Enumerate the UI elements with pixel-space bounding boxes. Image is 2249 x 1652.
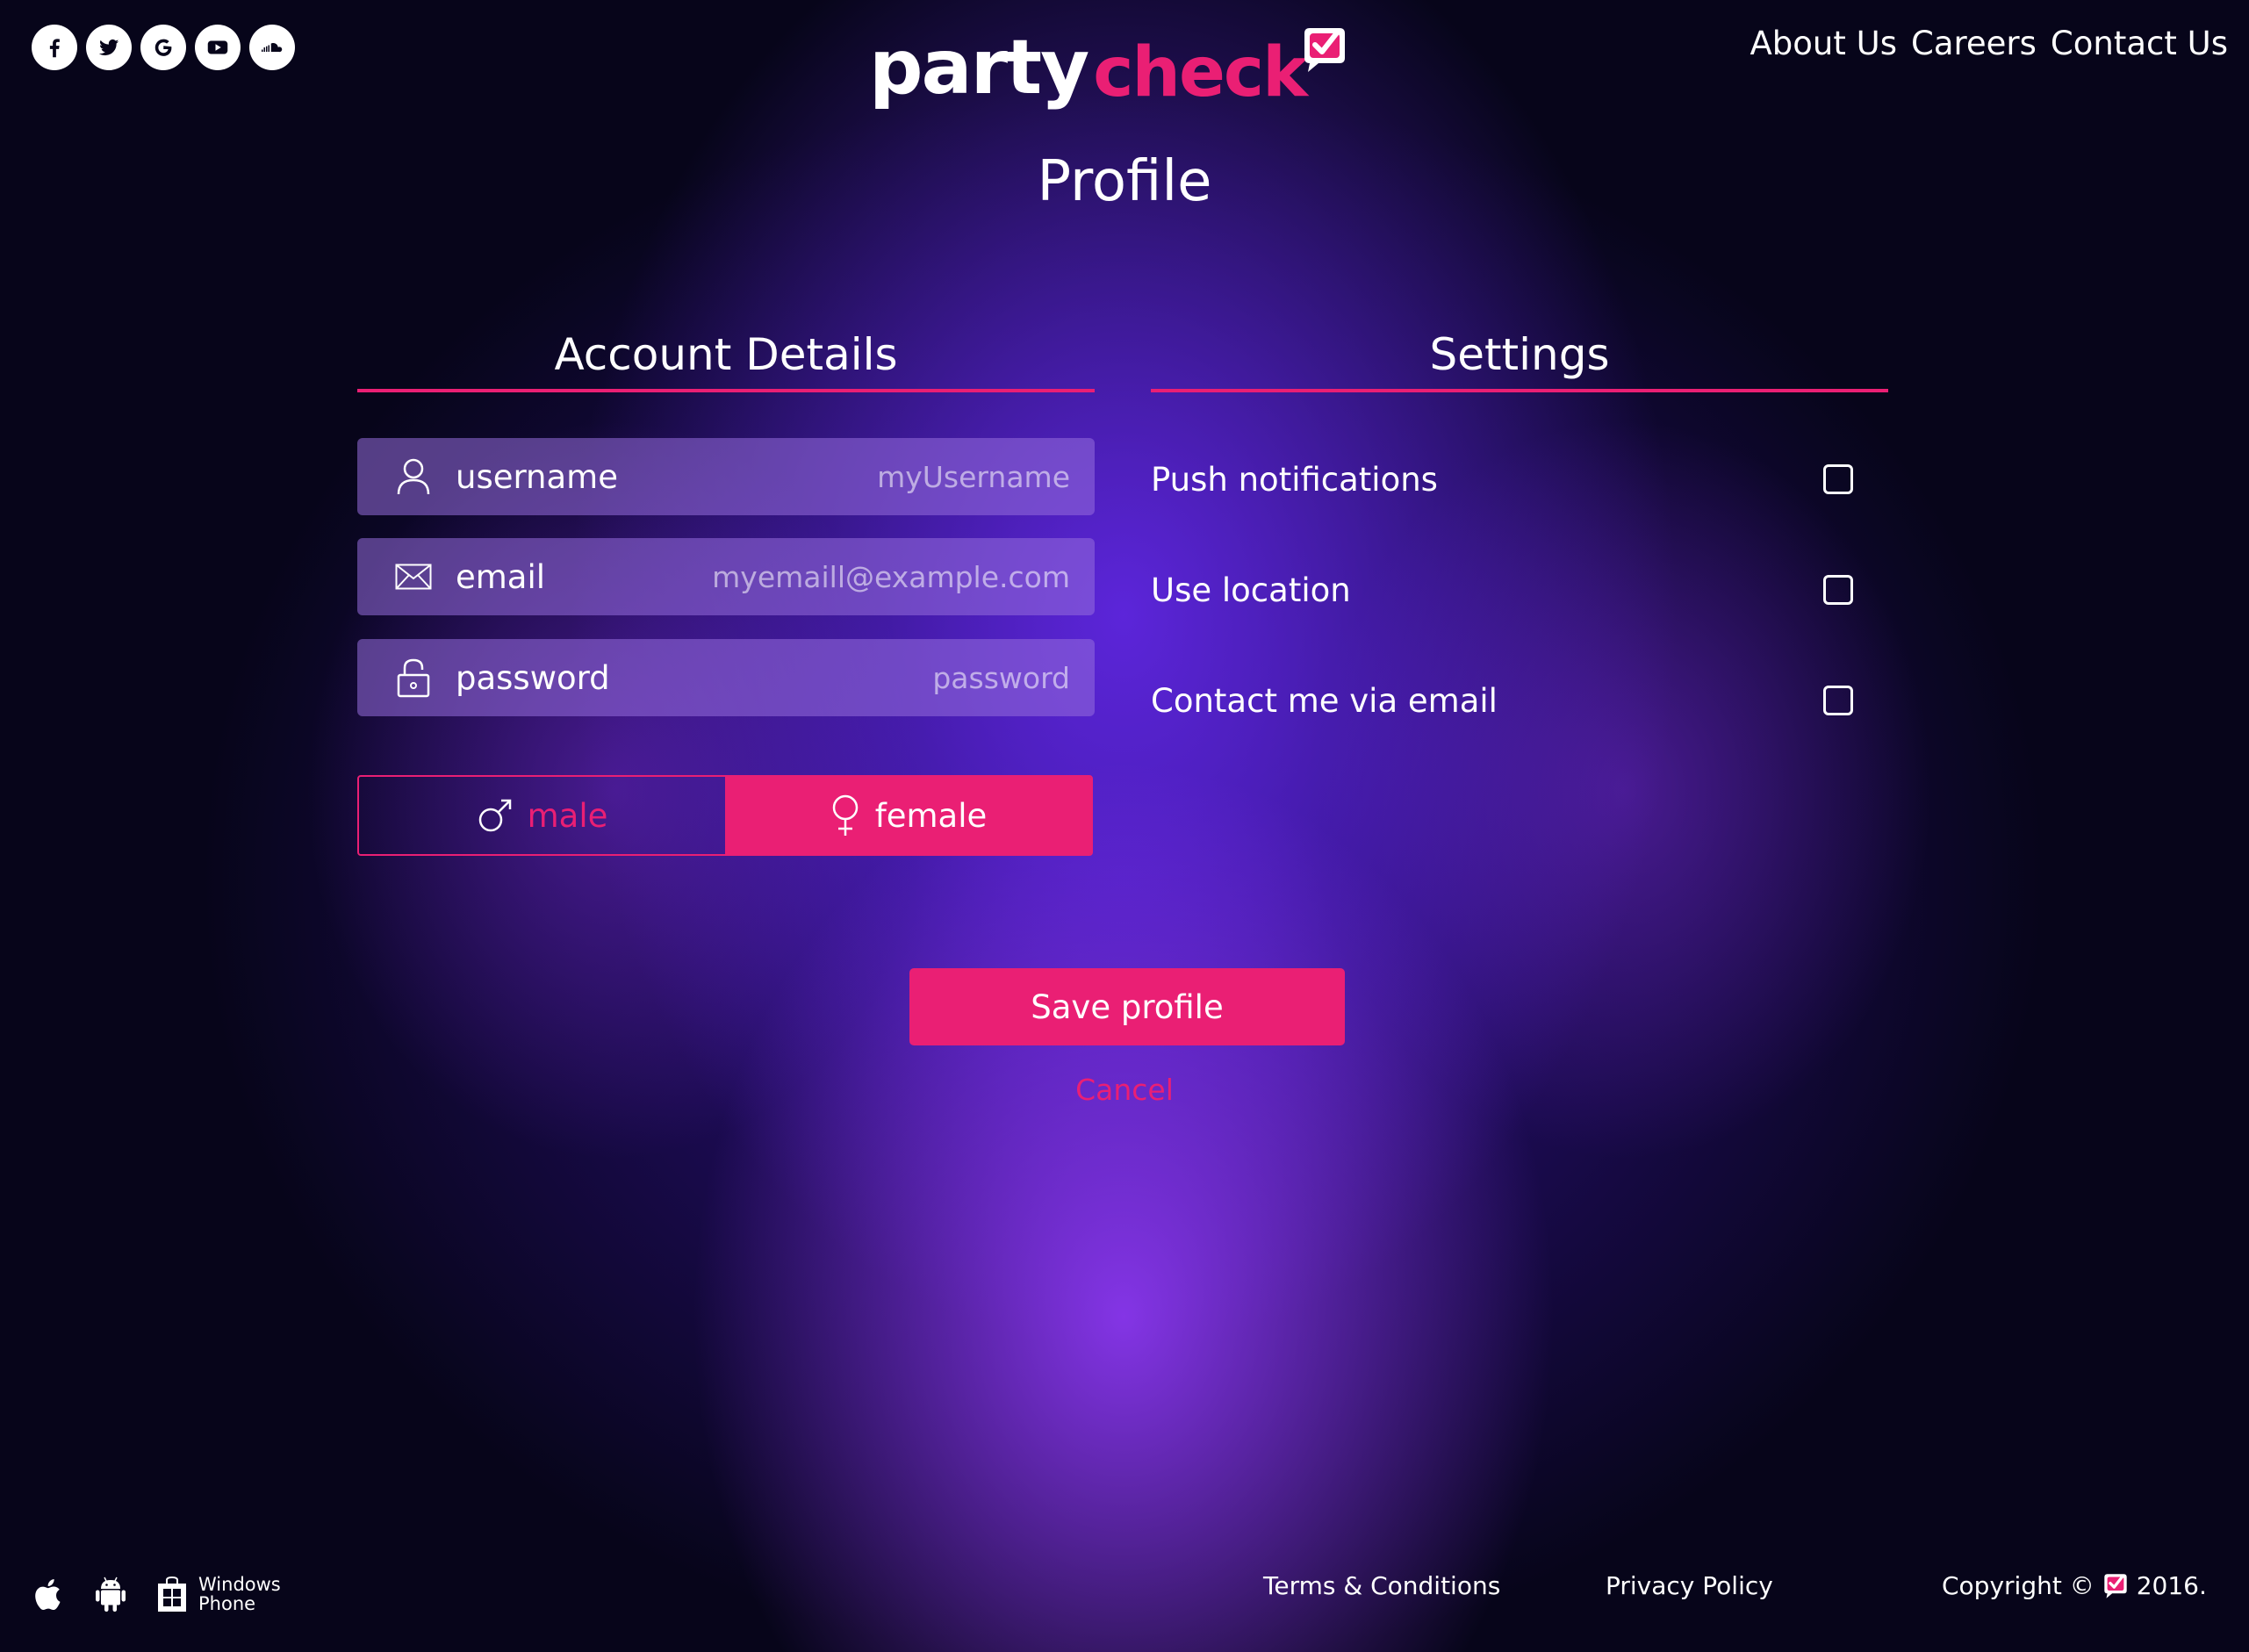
terms-link[interactable]: Terms & Conditions xyxy=(1263,1571,1500,1600)
gender-female-label: female xyxy=(874,796,988,835)
username-field[interactable]: username xyxy=(357,438,1095,515)
contact-email-checkbox[interactable] xyxy=(1823,686,1853,715)
windows-phone-link[interactable]: Windows Phone xyxy=(154,1575,281,1613)
twitter-icon[interactable] xyxy=(86,25,132,70)
contact-email-label: Contact me via email xyxy=(1151,681,1498,720)
google-icon[interactable] xyxy=(140,25,186,70)
windows-store-icon xyxy=(158,1576,186,1612)
setting-push-notifications: Push notifications xyxy=(1151,453,1853,506)
partycheck-logo[interactable]: party check xyxy=(869,18,1345,112)
soundcloud-icon[interactable] xyxy=(249,25,295,70)
account-details-heading: Account Details xyxy=(357,329,1095,392)
password-label: password xyxy=(456,658,610,697)
user-icon xyxy=(392,456,435,498)
logo-checkbox-icon xyxy=(1304,28,1345,72)
top-nav: About Us Careers Contact Us xyxy=(1750,25,2228,62)
copyright-year: 2016. xyxy=(2136,1571,2207,1600)
gender-male-label: male xyxy=(527,796,608,835)
nav-contact-us[interactable]: Contact Us xyxy=(2051,25,2228,62)
copyright-prefix: Copyright © xyxy=(1942,1571,2095,1600)
setting-use-location: Use location xyxy=(1151,564,1853,616)
nav-careers[interactable]: Careers xyxy=(1911,25,2037,62)
push-notifications-label: Push notifications xyxy=(1151,460,1438,499)
nav-about-us[interactable]: About Us xyxy=(1750,25,1897,62)
use-location-checkbox[interactable] xyxy=(1823,575,1853,605)
platform-links: Windows Phone xyxy=(32,1575,281,1613)
youtube-icon[interactable] xyxy=(195,25,241,70)
cancel-link[interactable]: Cancel xyxy=(0,1073,2249,1107)
username-input[interactable] xyxy=(617,458,1072,495)
facebook-icon[interactable] xyxy=(32,25,77,70)
logo-text-check: check xyxy=(1093,33,1308,112)
gender-toggle: male female xyxy=(357,775,1093,856)
password-field[interactable]: password xyxy=(357,639,1095,716)
android-icon[interactable] xyxy=(93,1575,128,1613)
email-field[interactable]: email xyxy=(357,538,1095,615)
use-location-label: Use location xyxy=(1151,571,1351,609)
social-links xyxy=(32,25,295,70)
windows-phone-text: Windows Phone xyxy=(198,1574,281,1614)
save-profile-button[interactable]: Save profile xyxy=(909,968,1345,1045)
username-label: username xyxy=(456,457,618,496)
logo-text-party: party xyxy=(869,24,1089,111)
lock-icon xyxy=(392,657,435,699)
logo-checkbox-icon xyxy=(2104,1573,2127,1598)
gender-male-option[interactable]: male xyxy=(359,777,725,854)
email-label: email xyxy=(456,557,546,596)
password-input[interactable] xyxy=(609,659,1072,696)
setting-contact-email: Contact me via email xyxy=(1151,674,1853,727)
push-notifications-checkbox[interactable] xyxy=(1823,464,1853,494)
envelope-icon xyxy=(392,556,435,598)
email-input[interactable] xyxy=(545,558,1072,595)
page-title: Profile xyxy=(1037,149,1212,214)
gender-female-option[interactable]: female xyxy=(725,777,1091,854)
apple-icon[interactable] xyxy=(32,1575,67,1613)
copyright: Copyright © 2016. xyxy=(1942,1571,2207,1600)
settings-heading: Settings xyxy=(1151,329,1888,392)
female-symbol-icon xyxy=(832,794,858,836)
male-symbol-icon xyxy=(478,799,511,832)
privacy-link[interactable]: Privacy Policy xyxy=(1606,1571,1773,1600)
